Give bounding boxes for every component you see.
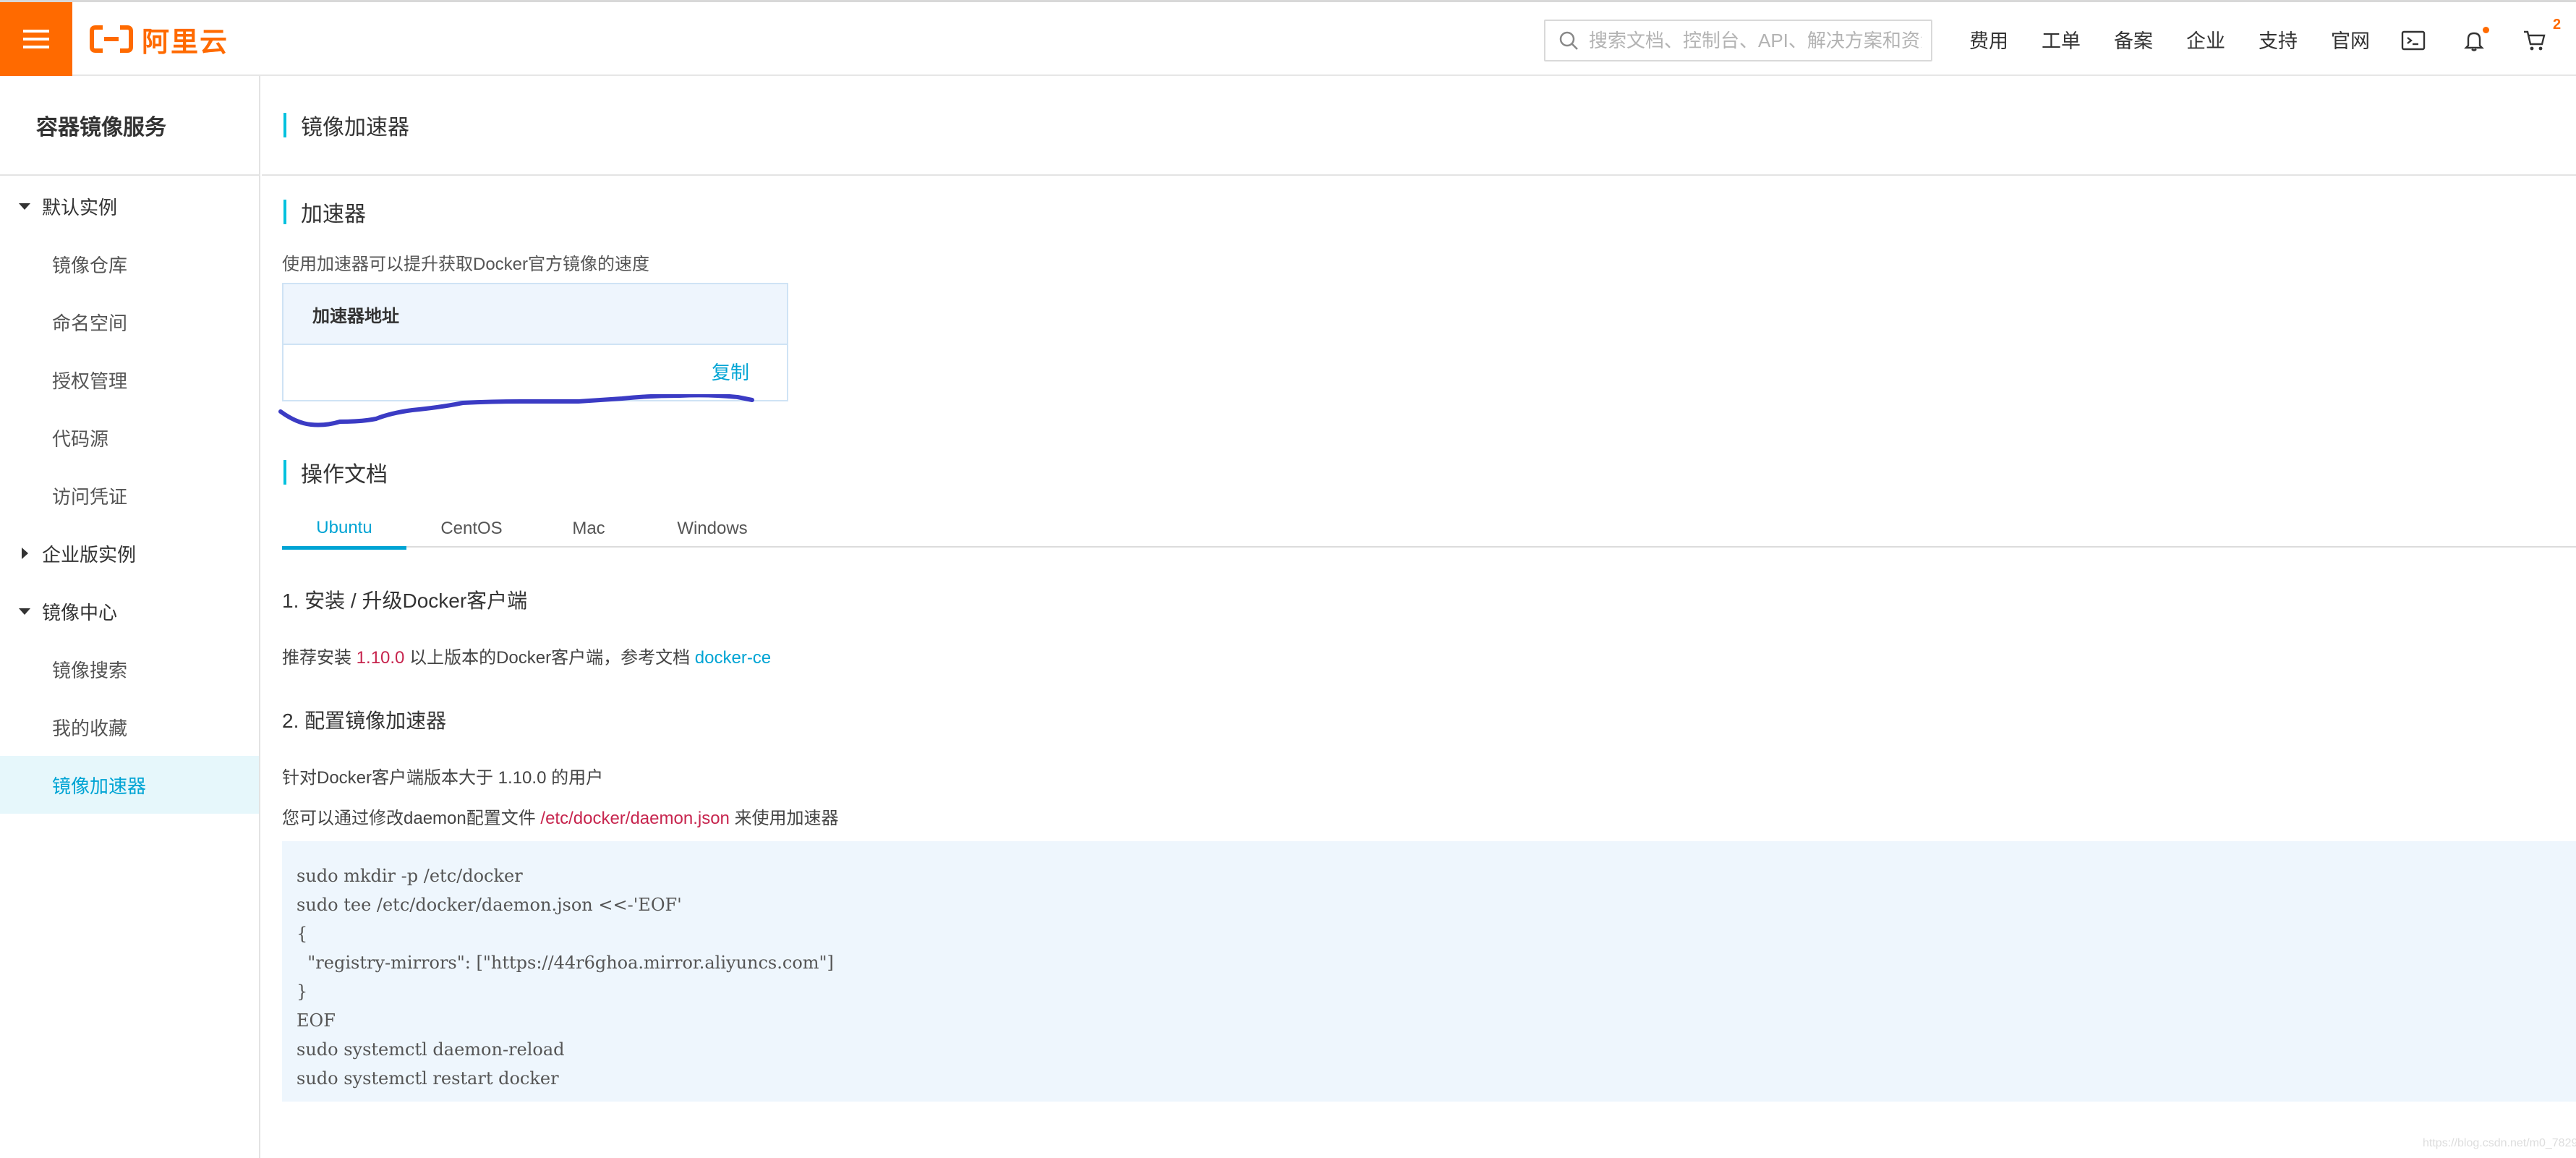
- sidebar-item-authorization[interactable]: 授权管理: [0, 351, 259, 409]
- tab-mac[interactable]: Mac: [537, 510, 641, 548]
- nav-fees[interactable]: 费用: [1953, 25, 2025, 54]
- search-icon: [1559, 31, 1578, 50]
- tab-centos[interactable]: CentOS: [406, 510, 537, 548]
- main-content: 镜像加速器 加速器 使用加速器可以提升获取Docker官方镜像的速度 加速器地址…: [262, 76, 2576, 1158]
- logo-text: 阿里云: [142, 27, 229, 58]
- step2-line2: 您可以通过修改daemon配置文件 /etc/docker/daemon.jso…: [282, 804, 839, 829]
- sidebar-item-image-search[interactable]: 镜像搜索: [0, 640, 259, 698]
- sidebar-title: 容器镜像服务: [0, 76, 259, 176]
- notification-dot: [2483, 27, 2489, 33]
- menu-button[interactable]: [0, 2, 72, 76]
- title-accent-bar: [283, 200, 286, 224]
- accelerator-section-title-wrap: 加速器: [283, 196, 366, 228]
- step2-line2-after: 来使用加速器: [734, 809, 839, 828]
- config-code-block[interactable]: sudo mkdir -p /etc/docker sudo tee /etc/…: [282, 841, 2576, 1102]
- nav-icp[interactable]: 备案: [2097, 25, 2170, 54]
- search-input[interactable]: [1589, 29, 1922, 52]
- aliyun-logo-icon: [90, 25, 133, 54]
- step1-title: 1. 安装 / 升级Docker客户端: [282, 589, 528, 612]
- accelerator-section-title: 加速器: [301, 203, 366, 226]
- step2-line2-before: 您可以通过修改daemon配置文件: [282, 809, 536, 828]
- sidebar-group-label: 镜像中心: [42, 601, 118, 623]
- tab-ubuntu[interactable]: Ubuntu: [282, 510, 406, 550]
- hamburger-icon: [23, 30, 49, 48]
- os-tabs: Ubuntu CentOS Mac Windows: [282, 510, 2576, 550]
- page-header: 镜像加速器: [262, 76, 2576, 176]
- nav-official-site[interactable]: 官网: [2314, 25, 2387, 54]
- accelerator-address-value: 复制: [283, 345, 787, 401]
- top-bar: 阿里云 费用 工单 备案 企业 支持 官网: [0, 0, 2576, 76]
- cart-button[interactable]: [2522, 28, 2547, 53]
- aliyun-logo[interactable]: 阿里云: [90, 22, 229, 58]
- global-search[interactable]: [1544, 20, 1932, 61]
- sidebar-group-image-center[interactable]: 镜像中心: [0, 582, 259, 640]
- title-accent-bar: [283, 460, 286, 485]
- caret-right-icon: [22, 548, 28, 559]
- nav-support[interactable]: 支持: [2242, 25, 2314, 54]
- watermark: https://blog.csdn.net/m0_7829: [2423, 1137, 2576, 1149]
- sidebar-item-favorites[interactable]: 我的收藏: [0, 698, 259, 756]
- sidebar-group-label: 企业版实例: [42, 543, 137, 566]
- page-title: 镜像加速器: [301, 116, 409, 140]
- sidebar-group-default-instance[interactable]: 默认实例: [0, 177, 259, 235]
- docs-section-title: 操作文档: [301, 463, 388, 487]
- sidebar-item-code-source[interactable]: 代码源: [0, 409, 259, 467]
- nav-enterprise[interactable]: 企业: [2170, 25, 2242, 54]
- terminal-icon: [2401, 30, 2426, 51]
- sidebar-item-image-accelerator[interactable]: 镜像加速器: [0, 756, 259, 814]
- docker-version: 1.10.0: [356, 648, 405, 668]
- cart-count-badge: 2: [2553, 17, 2562, 33]
- step1-text-before: 推荐安装: [282, 648, 351, 668]
- step2-title: 2. 配置镜像加速器: [282, 710, 447, 732]
- docker-ce-link[interactable]: docker-ce: [695, 648, 771, 668]
- tab-windows[interactable]: Windows: [641, 510, 784, 548]
- docs-section-title-wrap: 操作文档: [283, 456, 388, 488]
- sidebar-group-label: 默认实例: [42, 196, 118, 218]
- nav-tickets[interactable]: 工单: [2025, 25, 2097, 54]
- sidebar-item-namespaces[interactable]: 命名空间: [0, 293, 259, 351]
- step2-line1: 针对Docker客户端版本大于 1.10.0 的用户: [282, 768, 604, 788]
- sidebar-item-repositories[interactable]: 镜像仓库: [0, 235, 259, 293]
- page-title-wrap: 镜像加速器: [283, 109, 409, 141]
- accelerator-description: 使用加速器可以提升获取Docker官方镜像的速度: [282, 255, 650, 274]
- title-accent-bar: [283, 113, 286, 137]
- sidebar-group-enterprise-instance[interactable]: 企业版实例: [0, 524, 259, 582]
- accelerator-address-label: 加速器地址: [283, 284, 787, 345]
- redaction-scribble: [278, 394, 754, 427]
- copy-button[interactable]: 复制: [712, 358, 749, 385]
- caret-down-icon: [19, 608, 30, 615]
- sidebar: 容器镜像服务 默认实例 镜像仓库 命名空间 授权管理 代码源 访问凭证 企业版实…: [0, 76, 260, 1158]
- cart-icon: [2524, 30, 2546, 51]
- notification-button[interactable]: [2462, 27, 2489, 53]
- sidebar-item-access-credentials[interactable]: 访问凭证: [0, 467, 259, 524]
- top-nav: 费用 工单 备案 企业 支持 官网: [1953, 2, 2387, 76]
- terminal-button[interactable]: [2401, 28, 2426, 53]
- caret-down-icon: [19, 203, 30, 210]
- accelerator-address-box: 加速器地址 复制: [282, 283, 788, 401]
- step1-text-middle: 以上版本的Docker客户端，参考文档: [409, 648, 691, 668]
- daemon-json-path: /etc/docker/daemon.json: [540, 809, 730, 828]
- step1-text: 推荐安装 1.10.0 以上版本的Docker客户端，参考文档 docker-c…: [282, 643, 771, 668]
